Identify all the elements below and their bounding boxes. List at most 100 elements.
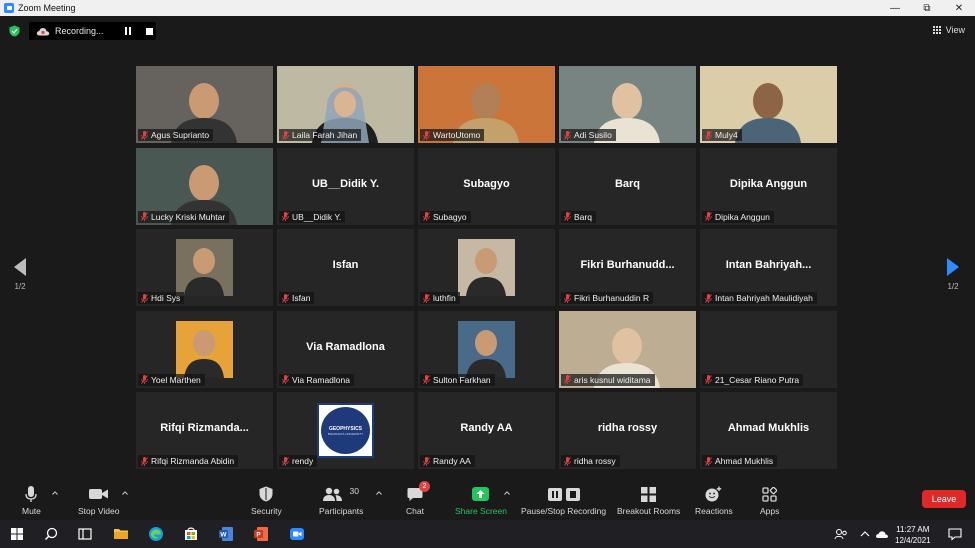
grid-icon [932,26,942,34]
pause-stop-recording-button[interactable]: Pause/Stop Recording [521,484,606,516]
participant-tile-laila-farah-jihan[interactable]: Laila Farah Jihan [277,66,414,143]
participant-tile-luthfin[interactable]: luthfin [418,229,555,306]
muted-microphone-icon [705,456,712,466]
muted-microphone-icon [141,130,148,140]
zoom-taskbar-icon[interactable] [288,525,306,543]
mute-button[interactable]: Mute [22,484,41,516]
participant-tile-randy-aa[interactable]: Randy AA Randy AA [418,392,555,469]
participant-tile-isfan[interactable]: Isfan Isfan [277,229,414,306]
participant-tile-rifqi-rizmanda-abidin[interactable]: Rifqi Rizmanda... Rifqi Rizmanda Abidin [136,392,273,469]
muted-microphone-icon [141,212,148,221]
participant-tile-subagyo[interactable]: Subagyo Subagyo [418,147,555,225]
participant-display-name: Via Ramadlona [306,340,385,353]
participant-name: rendy [292,456,314,466]
close-button[interactable]: ✕ [943,0,975,16]
share-screen-button[interactable]: Share Screen [455,484,507,516]
edge-browser-icon[interactable] [147,525,165,543]
muted-microphone-icon [282,130,289,140]
participant-tile-wartoutomo[interactable]: WartoUtomo [418,66,555,143]
previous-page-button[interactable]: 1/2 [10,258,30,291]
view-button[interactable]: View [932,25,965,35]
next-page-button[interactable]: 1/2 [943,258,963,291]
participant-name: Laila Farah Jihan [292,130,358,140]
participants-options-caret-icon[interactable] [376,490,382,496]
participants-icon [323,487,343,501]
word-icon[interactable]: W [217,525,235,543]
zoom-app-icon [4,3,14,13]
file-explorer-icon[interactable] [112,525,130,543]
participant-tile-adi-susilo[interactable]: Adi Susilo [559,66,696,143]
chat-unread-badge: 2 [418,481,430,492]
security-button[interactable]: Security [251,484,282,516]
participant-tile-21-cesar-riano-putra[interactable]: 21_Cesar Riano Putra [700,310,837,388]
stop-video-label: Stop Video [78,506,120,516]
stop-recording-button[interactable] [146,27,153,35]
participants-label: Participants [319,506,364,516]
participant-tile-agus-suprianto[interactable]: Agus Suprianto [136,66,273,143]
powerpoint-icon[interactable]: P [252,525,270,543]
apps-button[interactable]: Apps [760,484,779,516]
participant-tile-muly4[interactable]: Muly4 [700,66,837,143]
stop-video-button[interactable]: Stop Video [78,484,119,516]
participant-name: Dipika Anggun [715,211,770,222]
participant-tile-ahmad-mukhlis[interactable]: Ahmad Mukhlis Ahmad Mukhlis [700,392,837,469]
participant-display-name: Intan Bahriyah... [725,259,812,271]
participant-display-name: UB__Didik Y. [311,177,380,190]
task-view-icon[interactable] [76,525,94,543]
restore-button[interactable]: ⧉ [911,0,943,16]
breakout-rooms-button[interactable]: Breakout Rooms [617,484,680,516]
participant-nameplate: Rifqi Rizmanda Abidin [138,455,239,467]
participant-display-name: Ahmad Mukhlis [727,422,810,434]
participant-tile-barq[interactable]: Barq Barq [559,147,696,225]
apps-icon [762,486,778,502]
muted-microphone-icon [282,456,289,466]
participant-name: Intan Bahriyah Maulidiyah [715,293,813,303]
participant-tile-hdi-sys[interactable]: Hdi Sys [136,229,273,306]
weather-cloud-icon[interactable] [873,525,891,543]
pause-recording-button[interactable] [125,27,133,35]
svg-text:W: W [220,532,227,539]
notifications-icon[interactable] [946,525,964,543]
encryption-shield-icon[interactable] [9,25,20,37]
participant-display-name: Dipika Anggun [729,177,808,190]
participant-tile-sulton-farkhan[interactable]: Sulton Farkhan [418,310,555,388]
participant-tile-intan-bahriyah-maulidiyah[interactable]: Intan Bahriyah... Intan Bahriyah Maulidiy… [700,229,837,306]
muted-microphone-icon [705,293,712,303]
muted-microphone-icon [705,130,712,140]
muted-microphone-icon [141,456,148,466]
participant-tile-lucky-kriski-muhtar[interactable]: Lucky Kriski Muhtar [136,147,273,225]
windows-start-icon[interactable] [8,525,26,543]
muted-microphone-icon [705,375,712,384]
participant-tile-rendy[interactable]: GEOPHYSICS BRAWIJAYA UNIVERSITY rendy [277,392,414,469]
reactions-button[interactable]: Reactions [695,484,733,516]
participant-tile-via-ramadlona[interactable]: Via Ramadlona Via Ramadlona [277,310,414,388]
store-icon[interactable] [182,525,200,543]
audio-options-caret-icon[interactable] [52,490,58,496]
leave-button[interactable]: Leave [922,490,966,508]
minimize-button[interactable]: — [879,0,911,16]
muted-microphone-icon [141,375,148,384]
participant-tile-yoel-marthen[interactable]: Yoel Marthen [136,310,273,388]
reactions-label: Reactions [695,506,733,516]
participant-tile-ridha-rossy[interactable]: ridha rossy ridha rossy [559,392,696,469]
muted-microphone-icon [423,456,430,466]
share-options-caret-icon[interactable] [504,490,510,496]
window-titlebar: Zoom Meeting — ⧉ ✕ [0,0,975,16]
participants-button[interactable]: 30 Participants [319,484,363,516]
arrow-right-icon [947,258,959,276]
chat-button[interactable]: 2 Chat [406,481,430,516]
people-icon[interactable] [832,525,850,543]
participant-tile-dipika-anggun[interactable]: Dipika Anggun Dipika Anggun [700,147,837,225]
participant-name: UB__Didik Y. [292,211,342,222]
participant-tile-ub-didik-y[interactable]: UB__Didik Y. UB__Didik Y. [277,147,414,225]
system-clock[interactable]: 11:27 AM 12/4/2021 [895,524,931,546]
participant-tile-aris-kusnul-widitama[interactable]: aris kusnul widitama [559,310,696,388]
participant-tile-fikri-burhanuddin-r[interactable]: Fikri Burhanudd... Fikri Burhanuddin R [559,229,696,306]
video-options-caret-icon[interactable] [122,490,128,496]
search-icon[interactable] [42,525,60,543]
share-screen-arrow-icon [472,487,490,501]
windows-taskbar: W P 11:27 AM 12/4/2021 [0,520,975,548]
participant-nameplate: rendy [279,455,318,467]
tray-chevron-up-icon[interactable] [856,525,874,543]
muted-microphone-icon [423,375,430,384]
